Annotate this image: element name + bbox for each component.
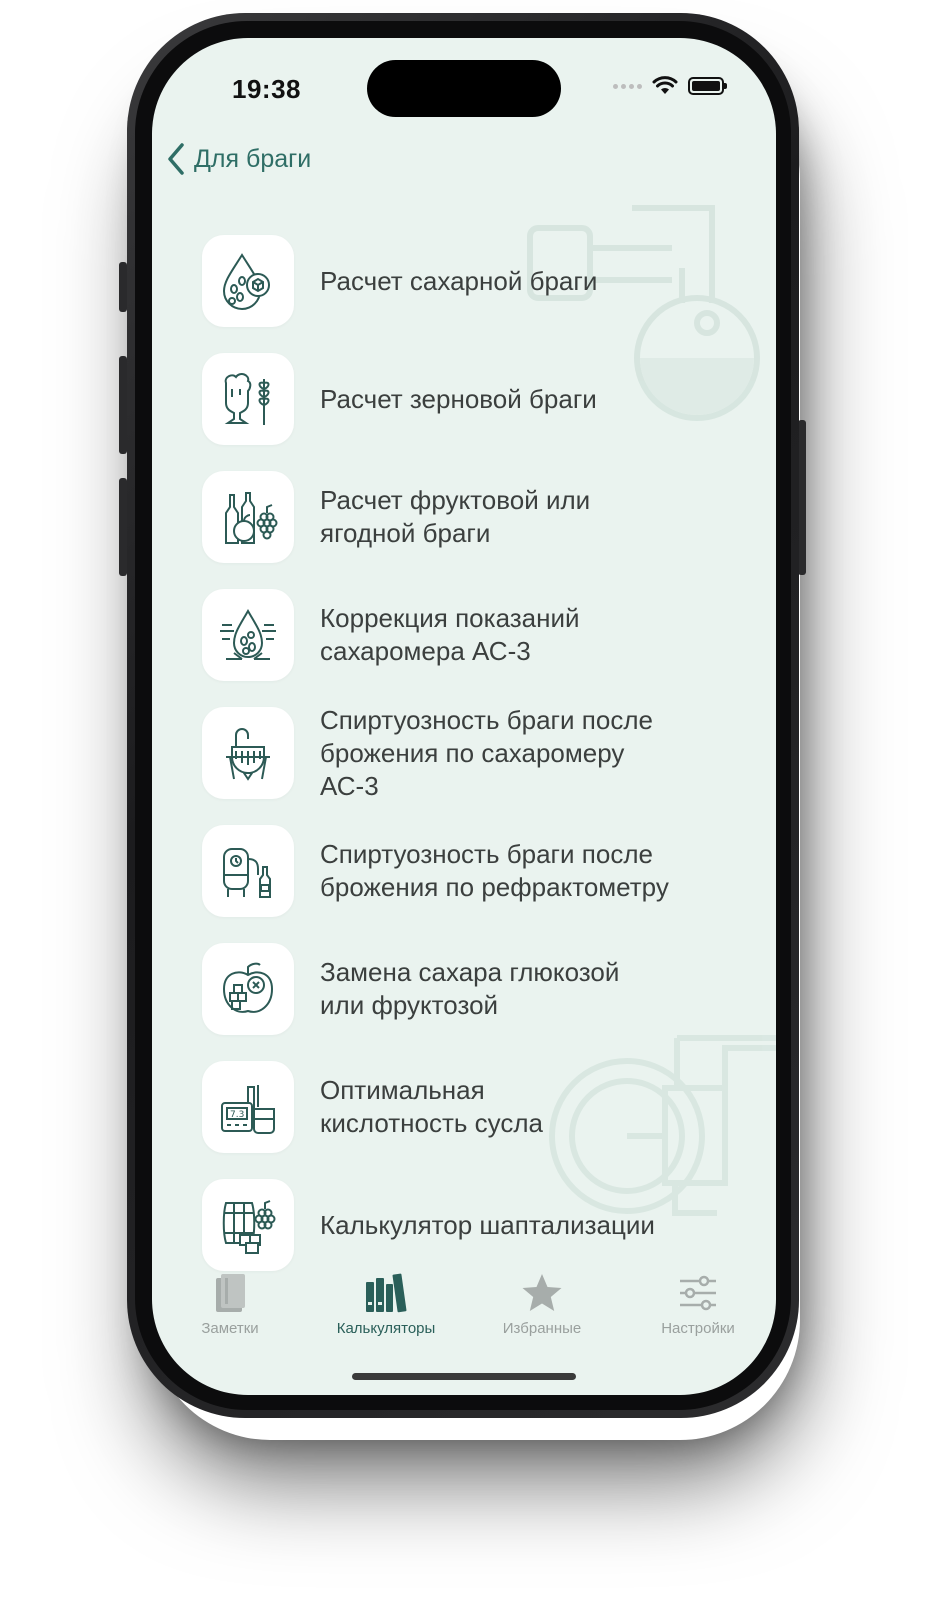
- list-item-label: Спиртуозность браги после брожения по са…: [320, 704, 653, 801]
- list-item[interactable]: 7.3 Оптимальная кислотность сусла: [202, 1048, 732, 1166]
- tab-settings-label: Настройки: [661, 1320, 735, 1337]
- device-stage: 19:38 Для браги Расчет сахарной браги Ра…: [0, 0, 950, 1607]
- dynamic-island: [367, 60, 561, 117]
- power-button: [798, 420, 806, 575]
- app-screen: 19:38 Для браги Расчет сахарной браги Ра…: [152, 38, 776, 1395]
- ph-meter-icon: 7.3: [221, 1085, 275, 1134]
- fermenter-icon: [226, 728, 270, 781]
- list-item-tile: [202, 1179, 294, 1271]
- svg-text:7.3: 7.3: [230, 1110, 244, 1120]
- cellular-signal-icon: [613, 83, 642, 89]
- list-item-tile: [202, 707, 294, 799]
- tab-calculators-label: Калькуляторы: [336, 1320, 436, 1337]
- list-item[interactable]: Спиртуозность браги после брожения по ре…: [202, 812, 732, 930]
- list-item[interactable]: Расчет фруктовой или ягодной браги: [202, 458, 732, 576]
- list-item[interactable]: Расчет зерновой браги: [202, 340, 732, 458]
- list-item-tile: [202, 943, 294, 1035]
- sliders-icon: [680, 1275, 716, 1311]
- fruit-bottles-icon: [225, 492, 278, 544]
- home-indicator[interactable]: [352, 1373, 576, 1380]
- list-item-tile: [202, 589, 294, 681]
- list-item-label: Оптимальная кислотность сусла: [320, 1075, 543, 1138]
- wifi-icon: [652, 76, 678, 94]
- chevron-left-icon: [168, 143, 184, 175]
- sugar-drop-icon: [222, 253, 270, 310]
- list-item-label: Спиртуозность браги после брожения по ре…: [320, 839, 669, 902]
- barrel-grapes-icon: [222, 1200, 276, 1254]
- list-item-tile: [202, 235, 294, 327]
- tab-settings[interactable]: Настройки: [620, 1260, 776, 1350]
- tab-bar: Заметки Калькуляторы Избранные Настройки: [152, 1260, 776, 1350]
- list-item[interactable]: Спиртуозность браги после брожения по са…: [202, 694, 732, 812]
- books-icon: [366, 1273, 407, 1313]
- status-time: 19:38: [232, 74, 301, 104]
- back-button-label: Для браги: [194, 144, 312, 173]
- tab-notes[interactable]: Заметки: [152, 1260, 308, 1350]
- list-item[interactable]: Замена сахара глюкозой или фруктозой: [202, 930, 732, 1048]
- tab-favorites[interactable]: Избранные: [464, 1260, 620, 1350]
- list-item-tile: 7.3: [202, 1061, 294, 1153]
- status-indicators: [613, 76, 727, 96]
- apple-sugar-icon: [222, 962, 274, 1013]
- volume-down-button: [119, 478, 127, 576]
- beer-wheat-icon: [224, 373, 270, 425]
- list-item-tile: [202, 825, 294, 917]
- list-item-label: Калькулятор шаптализации: [320, 1209, 655, 1240]
- list-item-label: Коррекция показаний сахаромера АС-3: [320, 603, 580, 666]
- list-item-tile: [202, 353, 294, 445]
- list-item-label: Расчет зерновой браги: [320, 383, 597, 414]
- list-item-label: Расчет фруктовой или ягодной браги: [320, 485, 591, 548]
- notebook-icon: [216, 1274, 245, 1312]
- battery-icon: [688, 77, 727, 95]
- tank-bottle-icon: [223, 848, 271, 898]
- tab-calculators[interactable]: Калькуляторы: [308, 1260, 464, 1350]
- action-button: [119, 262, 127, 312]
- tab-notes-label: Заметки: [201, 1320, 259, 1337]
- list-item-label: Расчет сахарной браги: [320, 265, 598, 296]
- list-item[interactable]: Коррекция показаний сахаромера АС-3: [202, 576, 732, 694]
- hydrometer-drop-icon: [220, 608, 276, 660]
- list-item[interactable]: Расчет сахарной браги: [202, 222, 732, 340]
- tab-favorites-label: Избранные: [502, 1320, 582, 1337]
- star-icon: [522, 1274, 562, 1311]
- list-item-tile: [202, 471, 294, 563]
- list-item-label: Замена сахара глюкозой или фруктозой: [320, 957, 620, 1020]
- calculator-list: Расчет сахарной браги Расчет зерновой бр…: [202, 222, 732, 1284]
- back-button[interactable]: Для браги: [166, 142, 311, 176]
- volume-up-button: [119, 356, 127, 454]
